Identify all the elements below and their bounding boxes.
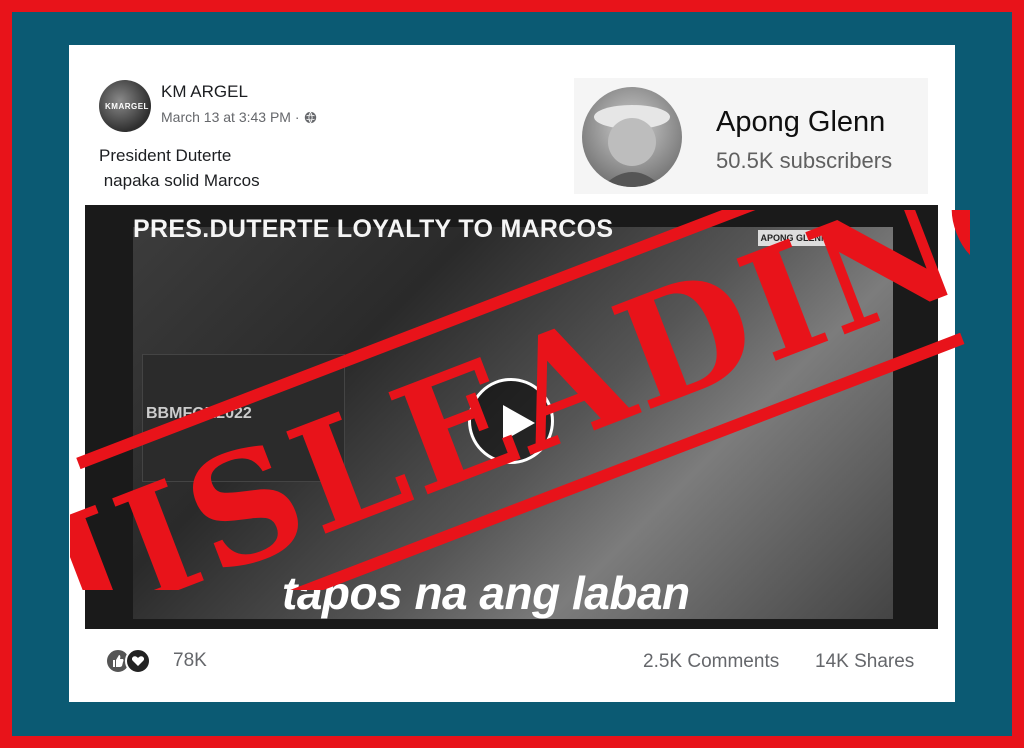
love-icon [125,648,151,674]
avatar-label: KMARGEL [105,102,149,111]
video-subtitle: tapos na ang laban [282,567,690,619]
author-name[interactable]: KM ARGEL [161,82,248,102]
channel-subscribers: 50.5K subscribers [716,148,893,173]
post-timestamp[interactable]: March 13 at 3:43 PM · [161,109,317,125]
comments-count[interactable]: 2.5K Comments [643,651,779,673]
shares-count[interactable]: 14K Shares [815,651,914,673]
play-icon [503,405,535,441]
post-caption: President Duterte napaka solid Marcos [99,146,260,190]
play-button[interactable] [468,378,554,464]
reaction-icons[interactable] [105,648,151,674]
timestamp-text: March 13 at 3:43 PM · [161,109,300,125]
globe-icon [304,111,316,123]
author-avatar[interactable]: KMARGEL [99,80,151,132]
video-title: PRES.DUTERTE LOYALTY TO MARCOS [133,215,614,243]
channel-name: Apong Glenn [716,106,886,138]
channel-avatar-image [594,105,670,187]
channel-avatar [582,87,682,187]
video-inset-text: BBMFOR2022 [146,405,252,422]
reaction-count[interactable]: 78K [173,650,207,672]
video-badge: APONG GLENN [758,230,830,246]
